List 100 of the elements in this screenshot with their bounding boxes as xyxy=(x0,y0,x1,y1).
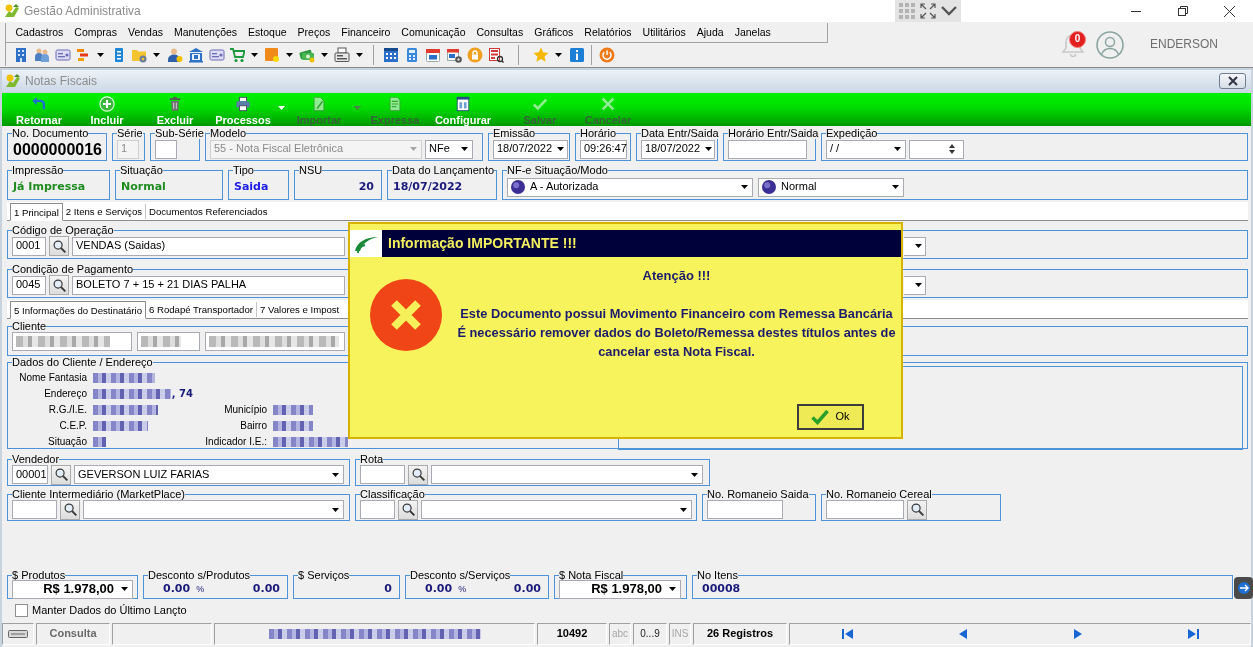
code-field[interactable]: 0001 xyxy=(12,236,46,256)
plus-icon xyxy=(99,96,115,112)
description-dropdown[interactable]: VENDAS (Saidas) xyxy=(72,236,345,256)
code-field[interactable] xyxy=(12,500,57,519)
code-field[interactable]: 0045 xyxy=(12,275,46,295)
document-pen-icon xyxy=(311,96,327,112)
time-field[interactable]: 09:26:47 xyxy=(580,139,627,159)
menu-item[interactable]: Consultas xyxy=(471,23,529,42)
search-button[interactable] xyxy=(907,499,927,520)
menu-item[interactable]: Ajuda xyxy=(691,23,730,42)
search-button[interactable] xyxy=(49,236,69,256)
next-button[interactable] xyxy=(1071,628,1084,640)
seller-dropdown[interactable]: GEVERSON LUIZ FARIAS xyxy=(74,465,344,484)
mode-indicator: Consulta xyxy=(36,623,110,645)
description-dropdown[interactable]: BOLETO 7 + 15 + 21 DIAS PALHA xyxy=(72,275,345,295)
group-label: $ Produtos xyxy=(12,569,66,581)
last-button[interactable] xyxy=(1186,628,1199,640)
caret-icon xyxy=(704,147,712,151)
key-indicator: abc xyxy=(609,623,631,645)
group-label: No. Romaneio Cereal xyxy=(826,488,932,500)
code-field[interactable]: 00001 xyxy=(12,465,48,484)
blurred-field[interactable] xyxy=(137,332,200,351)
group-label: Desconto s/Produtos xyxy=(148,569,251,581)
mode-dropdown[interactable]: Normal xyxy=(758,177,904,197)
search-button[interactable] xyxy=(51,464,71,485)
group-label: Vendedor xyxy=(12,453,60,465)
tab[interactable]: 2 Itens e Serviços xyxy=(62,204,147,219)
menu-item[interactable]: Cadastros xyxy=(10,23,69,42)
caret-icon xyxy=(893,147,901,151)
menu-item[interactable]: Manutenções xyxy=(168,23,243,42)
code-field[interactable] xyxy=(360,465,405,484)
tab[interactable]: 5 Informações do Destinatário xyxy=(10,301,146,319)
check-icon xyxy=(532,96,548,112)
menu-item[interactable]: Compras xyxy=(68,23,123,42)
code-field[interactable] xyxy=(360,500,395,519)
caret-icon xyxy=(251,52,258,57)
amount-value: 0 xyxy=(384,582,393,596)
id-card-icon xyxy=(208,46,225,63)
search-button[interactable] xyxy=(60,499,80,520)
status-dropdown[interactable]: A - Autorizada xyxy=(507,177,753,197)
user-name: ENDERSON xyxy=(1150,37,1218,52)
spin-field[interactable] xyxy=(909,139,964,159)
first-button[interactable] xyxy=(841,628,854,640)
number-field[interactable] xyxy=(707,500,783,519)
tab[interactable]: 6 Rodapé Transportador xyxy=(146,302,257,317)
tab[interactable]: Documentos Referenciados xyxy=(146,204,271,219)
menu-item[interactable]: Relatórios xyxy=(578,23,638,42)
next-page-icon xyxy=(1071,628,1084,640)
menu-item[interactable]: Janelas xyxy=(729,23,777,42)
menu-item[interactable]: Estoque xyxy=(242,23,293,42)
menu-item[interactable]: Preços xyxy=(292,23,336,42)
caret-icon xyxy=(97,52,104,57)
blurred-field[interactable] xyxy=(12,332,132,351)
value-text: , 74 xyxy=(171,388,193,400)
printer-icon xyxy=(235,96,251,112)
date-dropdown[interactable]: / / xyxy=(826,139,906,159)
caret-icon xyxy=(353,106,361,110)
caret-icon xyxy=(556,147,564,151)
field-label: C.E.P. xyxy=(58,420,87,432)
window-icon xyxy=(455,96,471,112)
menu-item[interactable]: Comunicação xyxy=(395,23,471,42)
search-button[interactable] xyxy=(408,464,428,485)
dropdown-button[interactable] xyxy=(904,236,926,256)
blurred-field[interactable] xyxy=(205,332,345,351)
search-button[interactable] xyxy=(398,499,418,520)
menu-item[interactable]: Gráficos xyxy=(528,23,579,42)
date-dropdown[interactable]: 18/07/2022 xyxy=(641,139,715,159)
menu-item[interactable]: Financeiro xyxy=(335,23,396,42)
people-icon xyxy=(33,46,50,63)
ok-button[interactable]: Ok xyxy=(797,404,864,430)
close-button[interactable] xyxy=(1219,73,1246,89)
caret-icon xyxy=(915,244,922,248)
field-label: Município xyxy=(223,404,267,416)
tab[interactable]: 7 Valores e Impost xyxy=(257,302,343,317)
user-avatar-icon xyxy=(1096,30,1124,59)
menu-item[interactable]: Vendas xyxy=(122,23,169,42)
date-dropdown[interactable]: 18/07/2022 xyxy=(493,139,568,159)
group-label: Código de Operação xyxy=(12,224,114,236)
menu-item[interactable]: Utilitários xyxy=(637,23,692,42)
dropdown-button[interactable] xyxy=(904,275,926,295)
field-label: R.G./I.E. xyxy=(47,404,87,416)
expand-button[interactable] xyxy=(918,0,938,22)
total-dropdown[interactable]: R$ 1.978,00 xyxy=(559,579,681,599)
group-label: Horário Entr/Saida xyxy=(728,127,819,139)
close-icon xyxy=(1224,5,1235,17)
number-field[interactable] xyxy=(826,500,904,519)
first-page-icon xyxy=(841,628,854,640)
search-button[interactable] xyxy=(49,275,69,295)
record-count: 26 Registros xyxy=(693,623,787,645)
total-dropdown[interactable]: R$ 1.978,00 xyxy=(12,579,133,599)
checkbox[interactable] xyxy=(15,604,28,617)
nsu-value: 20 xyxy=(357,180,375,194)
keyboard-icon xyxy=(8,630,28,638)
tab[interactable]: 1 Principal xyxy=(10,203,63,221)
time-field[interactable] xyxy=(728,139,807,159)
group-label: Classificação xyxy=(360,488,425,500)
sub-serie-field[interactable] xyxy=(155,139,177,159)
minimize-icon xyxy=(1130,10,1141,12)
caret-icon xyxy=(286,52,293,57)
lock-icon xyxy=(466,46,483,63)
